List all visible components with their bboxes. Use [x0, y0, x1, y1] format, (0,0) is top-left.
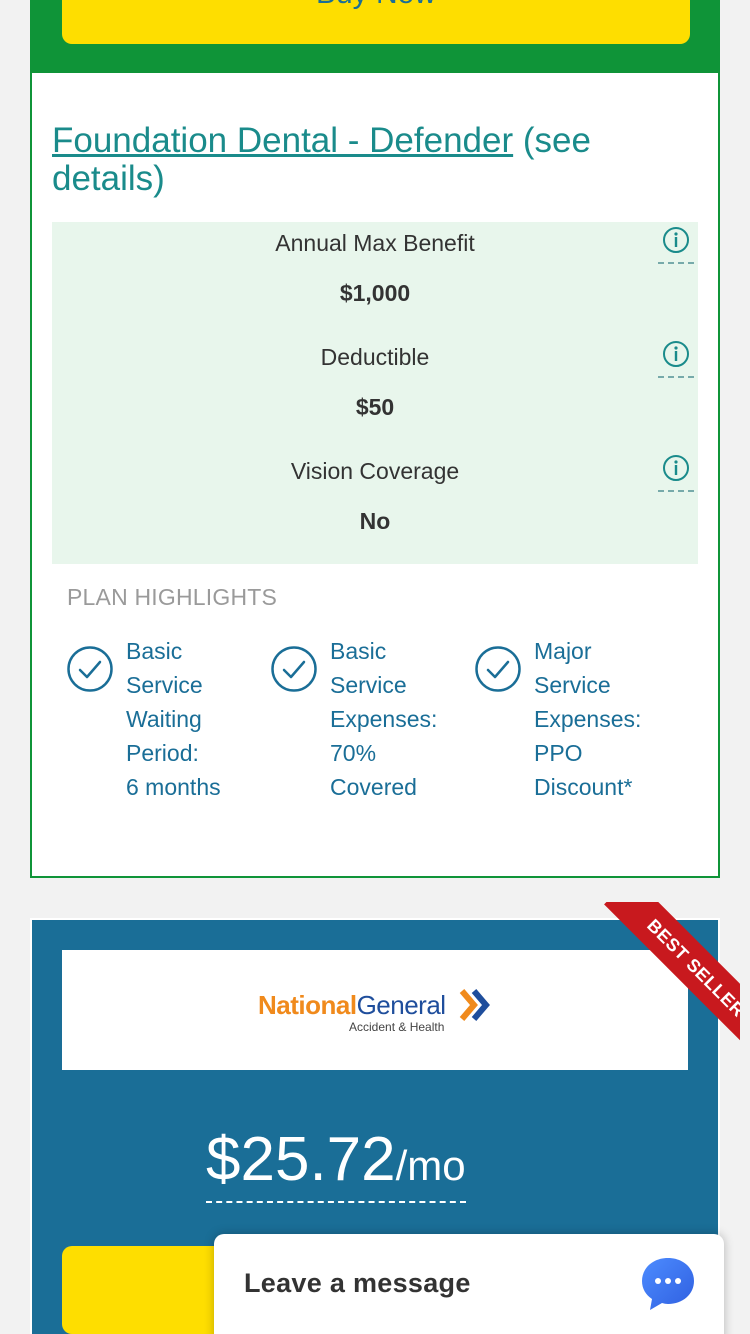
price-amount: $25.72 [206, 1125, 396, 1194]
benefits-panel: Annual Max Benefit $1,000 Deductible $50… [52, 222, 698, 564]
plan-title: Foundation Dental - Defender (see detail… [52, 122, 692, 198]
benefit-value-vision: No [359, 508, 391, 534]
logo-subtitle: Accident & Health [349, 1020, 445, 1034]
card-header-bar: Buy Now [32, 0, 718, 73]
highlight-line: Expenses: [534, 706, 642, 732]
highlight-text: Basic Service Waiting Period: 6 months [126, 634, 266, 804]
chat-widget[interactable]: Leave a message [214, 1234, 724, 1334]
logo-wordmark: NationalGeneral [258, 990, 446, 1021]
highlight-line: Basic [330, 638, 387, 664]
info-icon[interactable] [658, 452, 694, 492]
highlight-line: Basic [126, 638, 183, 664]
logo-general-text: General [356, 990, 447, 1020]
highlight-line: Covered [330, 774, 417, 800]
chevron-right-icon [459, 989, 490, 1021]
benefit-label-vision: Vision Coverage [290, 458, 460, 484]
check-circle-icon [67, 646, 113, 692]
highlight-line: Service [330, 672, 407, 698]
highlight-line: Expenses: [330, 706, 438, 732]
highlight-line: Waiting [126, 706, 202, 732]
info-icon[interactable] [658, 338, 694, 378]
price-period: /mo [395, 1142, 466, 1189]
benefit-label-deductible: Deductible [320, 344, 430, 370]
check-circle-icon [271, 646, 317, 692]
plan-highlights-heading: PLAN HIGHLIGHTS [67, 584, 278, 610]
highlight-line: Service [126, 672, 203, 698]
chat-label: Leave a message [244, 1268, 471, 1298]
highlight-line: 70% [330, 740, 377, 766]
highlight-line: Major [534, 638, 592, 664]
highlight-line: PPO [534, 740, 583, 766]
highlight-text: Basic Service Expenses: 70% Covered [330, 634, 470, 804]
highlight-line: Service [534, 672, 611, 698]
check-circle-icon [475, 646, 521, 692]
logo-national-text: National [258, 990, 357, 1020]
buy-now-label: Buy Now [62, 0, 690, 9]
buy-now-button[interactable]: Buy Now [62, 0, 690, 44]
info-icon[interactable] [658, 224, 694, 264]
highlight-text: Major Service Expenses: PPO Discount* [534, 634, 674, 804]
monthly-price[interactable]: $25.72/mo [206, 1125, 466, 1203]
benefit-value-annual-max: $1,000 [339, 280, 411, 306]
best-seller-ribbon: BEST SELLER [578, 902, 740, 1062]
benefit-label-annual-max: Annual Max Benefit [275, 230, 475, 256]
benefit-value-deductible: $50 [355, 394, 395, 420]
plan-name-link[interactable]: Foundation Dental - Defender [52, 121, 513, 160]
chat-bubble-icon[interactable] [640, 1256, 696, 1312]
highlight-line: 6 months [126, 774, 221, 800]
highlight-line: Period: [126, 740, 199, 766]
best-seller-label: BEST SELLER [604, 902, 740, 1060]
plan-card-foundation-dental: Buy Now Foundation Dental - Defender (se… [30, 0, 720, 878]
highlight-line: Discount* [534, 774, 633, 800]
